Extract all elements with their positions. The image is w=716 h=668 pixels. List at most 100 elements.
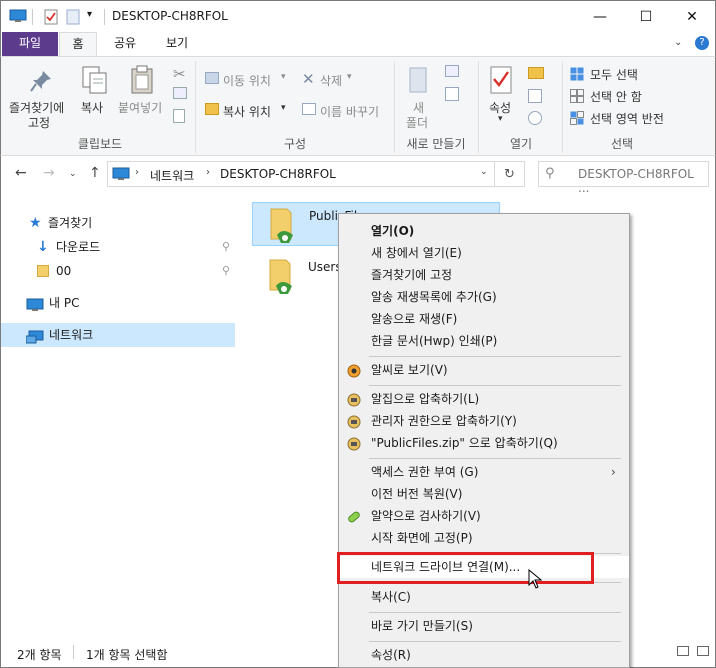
menu-item-alsong-add[interactable]: 알송 재생목록에 추가(G) <box>339 286 629 308</box>
select-all-button[interactable]: 모두 선택 <box>590 66 638 83</box>
search-placeholder: DESKTOP-CH8RFOL ... <box>578 167 694 195</box>
tab-file[interactable]: 파일 <box>2 32 58 56</box>
forward-arrow-icon[interactable]: → <box>43 165 55 181</box>
pin-icon[interactable]: ⚲ <box>222 235 230 259</box>
maximize-button[interactable]: ☐ <box>623 1 669 33</box>
move-to-icon[interactable] <box>205 72 219 84</box>
help-icon[interactable]: ? <box>695 36 709 50</box>
pin-to-quick-access-label-2[interactable]: 고정 <box>28 114 50 131</box>
menu-item-open-new-window[interactable]: 새 창에서 열기(E) <box>339 242 629 264</box>
menu-item-hwp-print[interactable]: 한글 문서(Hwp) 인쇄(P) <box>339 330 629 352</box>
minimize-button[interactable]: — <box>577 1 623 33</box>
close-button[interactable]: ✕ <box>669 1 715 33</box>
up-arrow-icon[interactable]: ↑ <box>89 165 101 181</box>
item-count: 2개 항목 <box>17 648 62 662</box>
paste-icon[interactable] <box>129 65 157 98</box>
paste-button[interactable]: 붙여넣기 <box>118 99 162 116</box>
select-none-button[interactable]: 선택 안 함 <box>590 88 642 105</box>
delete-button[interactable]: 삭제 <box>320 72 342 89</box>
rename-icon[interactable] <box>302 103 316 115</box>
nav-label: 00 <box>56 264 72 278</box>
collapse-ribbon-icon[interactable]: ⌄ <box>674 37 682 48</box>
computer-icon <box>9 9 27 23</box>
menu-item-restore-versions[interactable]: 이전 버전 복원(V) <box>339 483 629 505</box>
history-icon[interactable] <box>528 111 542 125</box>
menu-item-open[interactable]: 열기(O) <box>339 220 629 242</box>
cut-icon[interactable]: ✂ <box>173 65 186 83</box>
nav-network[interactable]: 네트워크 <box>1 323 235 347</box>
copy-button[interactable]: 복사 <box>81 99 103 116</box>
alzip-zip-icon <box>347 436 361 451</box>
details-view-icon[interactable] <box>677 646 689 656</box>
pin-icon[interactable]: ⚲ <box>222 259 230 283</box>
refresh-button[interactable]: ↻ <box>495 161 525 187</box>
copy-to-button[interactable]: 복사 위치 <box>223 103 271 120</box>
menu-item-alsee-view[interactable]: 알씨로 보기(V) <box>339 359 629 381</box>
recent-locations-icon[interactable]: ⌄ <box>69 169 77 179</box>
new-folder-quick-icon[interactable] <box>66 9 82 25</box>
copy-icon[interactable] <box>81 65 109 98</box>
back-arrow-icon[interactable]: ← <box>15 165 27 181</box>
edit-icon[interactable] <box>528 89 542 103</box>
menu-item-alsong-play[interactable]: 알송으로 재생(F) <box>339 308 629 330</box>
breadcrumb-network[interactable]: 네트워크 <box>150 167 194 184</box>
paste-shortcut-icon[interactable] <box>173 109 185 123</box>
nav-this-pc[interactable]: 내 PC <box>1 291 235 315</box>
move-to-dropdown-icon[interactable]: ▾ <box>281 72 286 82</box>
menu-item-pin-start[interactable]: 시작 화면에 고정(P) <box>339 527 629 549</box>
rename-button[interactable]: 이름 바꾸기 <box>320 103 379 120</box>
nav-folder-00[interactable]: 00 ⚲ <box>1 259 235 283</box>
invert-selection-icon[interactable] <box>570 111 584 128</box>
address-bar[interactable]: › 네트워크 › DESKTOP-CH8RFOL ⌄ <box>107 161 495 187</box>
properties-dropdown-icon[interactable]: ▾ <box>498 114 503 124</box>
menu-item-create-shortcut[interactable]: 바로 가기 만들기(S) <box>339 615 629 637</box>
pin-icon[interactable] <box>29 69 53 96</box>
title-bar: ▾ DESKTOP-CH8RFOL — ☐ ✕ <box>0 0 716 32</box>
easy-access-icon[interactable] <box>445 87 459 101</box>
nav-downloads[interactable]: ↓ 다운로드 ⚲ <box>1 235 235 259</box>
group-organize: 구성 <box>283 137 307 151</box>
title-divider <box>32 9 33 25</box>
new-item-icon[interactable] <box>445 65 459 77</box>
menu-item-alzip-compress[interactable]: 알집으로 압축하기(L) <box>339 388 629 410</box>
menu-item-copy[interactable]: 복사(C) <box>339 586 629 608</box>
search-box[interactable]: ⚲ DESKTOP-CH8RFOL ... <box>538 161 709 195</box>
menu-item-compress-zip[interactable]: "PublicFiles.zip" 으로 압축하기(Q) <box>339 432 629 454</box>
invert-selection-button[interactable]: 선택 영역 반전 <box>590 110 664 127</box>
select-all-icon[interactable] <box>570 67 584 84</box>
copy-path-icon[interactable] <box>173 87 187 99</box>
new-folder-icon[interactable] <box>407 65 431 98</box>
delete-dropdown-icon[interactable]: ▾ <box>347 72 352 82</box>
address-dropdown-icon[interactable]: ⌄ <box>480 167 488 177</box>
delete-icon[interactable]: ✕ <box>302 70 315 88</box>
menu-item-properties[interactable]: 속성(R) <box>339 644 629 666</box>
nav-quick-access[interactable]: ★ 즐겨찾기 <box>1 211 235 235</box>
menu-separator <box>369 385 621 386</box>
large-icons-view-icon[interactable] <box>697 646 709 656</box>
breadcrumb-computer[interactable]: DESKTOP-CH8RFOL <box>220 167 336 181</box>
menu-item-admin-compress[interactable]: 관리자 권한으로 압축하기(Y) <box>339 410 629 432</box>
breadcrumb-chevron-icon[interactable]: › <box>135 167 139 178</box>
menu-item-alyac-scan[interactable]: 알약으로 검사하기(V) <box>339 505 629 527</box>
select-none-icon[interactable] <box>570 89 584 106</box>
menu-item-pin-quick-access[interactable]: 즐겨찾기에 고정 <box>339 264 629 286</box>
menu-item-give-access[interactable]: 액세스 권한 부여 (G) › <box>339 461 629 483</box>
new-folder-label-2[interactable]: 폴더 <box>406 114 428 131</box>
refresh-icon: ↻ <box>504 166 515 182</box>
tab-share[interactable]: 공유 <box>103 32 147 56</box>
group-divider <box>562 61 563 153</box>
properties-quick-icon[interactable] <box>44 9 60 25</box>
nav-label: 즐겨찾기 <box>48 216 93 230</box>
copy-to-dropdown-icon[interactable]: ▾ <box>281 103 286 113</box>
tab-view[interactable]: 보기 <box>153 32 201 56</box>
quick-access-dropdown-icon[interactable]: ▾ <box>87 9 103 23</box>
tab-home[interactable]: 홈 <box>59 32 97 57</box>
folder-name: Users <box>308 260 342 274</box>
move-to-button[interactable]: 이동 위치 <box>223 72 271 89</box>
open-icon[interactable] <box>528 67 544 79</box>
copy-to-icon[interactable] <box>205 103 219 115</box>
submenu-arrow-icon: › <box>611 465 616 479</box>
menu-separator <box>369 458 621 459</box>
properties-icon[interactable] <box>489 65 515 98</box>
breadcrumb-chevron-icon[interactable]: › <box>206 167 210 178</box>
